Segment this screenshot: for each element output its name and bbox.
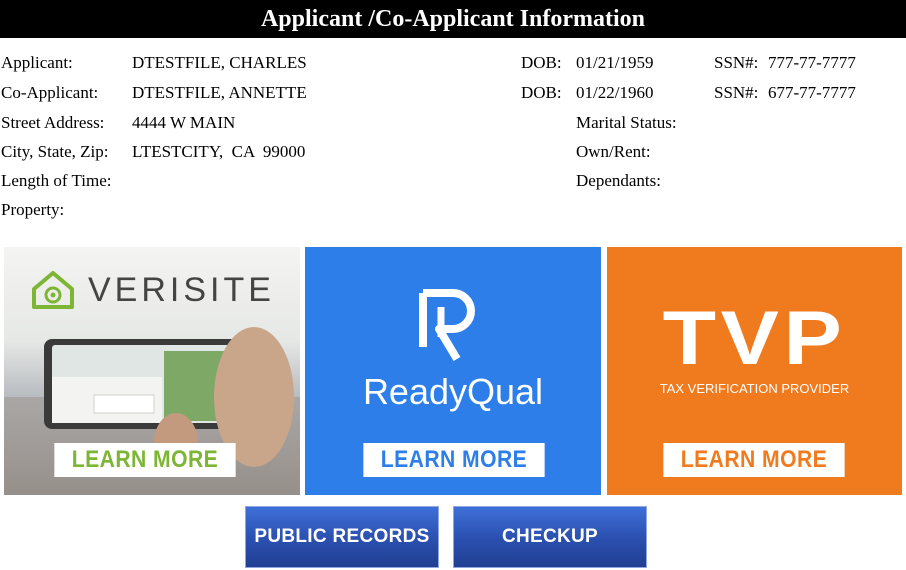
co-applicant-dob-value: 01/22/1960 [576,83,654,102]
property-label: Property: [1,200,65,219]
tvp-logo-text: TVP [662,296,847,381]
tvp-learn-more-button[interactable]: LEARN MORE [663,443,845,477]
readyqual-learn-more-button[interactable]: LEARN MORE [363,443,545,477]
applicant-label: Applicant: [1,53,73,72]
public-records-button[interactable]: PUBLIC RECORDS [245,506,439,568]
city-state-zip-value: LTESTCITY, CA 99000 [132,142,306,161]
applicant-dob-label: DOB: [521,53,562,72]
verisite-card[interactable]: VERISITE LEARN MORE [4,247,300,495]
verisite-logo-text: VERISITE [88,271,275,309]
verisite-learn-more-button[interactable]: LEARN MORE [54,443,236,477]
own-rent-label: Own/Rent: [576,142,651,161]
applicant-ssn-label: SSN#: [714,53,759,72]
dependants-label: Dependants: [576,171,661,190]
street-address-value: 4444 W MAIN [132,113,236,132]
applicant-name: DTESTFILE, CHARLES [132,53,307,72]
page-title: Applicant /Co-Applicant Information [0,0,906,38]
tvp-tagline: TAX VERIFICATION PROVIDER [659,381,850,396]
city-state-zip-label: City, State, Zip: [1,142,109,161]
co-applicant-dob-label: DOB: [521,83,562,102]
tvp-card[interactable]: TVP TAX VERIFICATION PROVIDER LEARN MORE [607,247,902,495]
street-address-label: Street Address: [1,113,105,132]
readyqual-logo-text: ReadyQual [362,371,544,412]
readyqual-card[interactable]: ReadyQual LEARN MORE [305,247,601,495]
length-of-time-label: Length of Time: [1,171,112,190]
readyqual-logo-icon [419,289,475,362]
co-applicant-ssn-value: 677-77-7777 [768,83,856,102]
applicant-dob-value: 01/21/1959 [576,53,654,72]
co-applicant-ssn-label: SSN#: [714,83,759,102]
verisite-house-icon [32,271,74,309]
co-applicant-label: Co-Applicant: [1,83,99,102]
applicant-ssn-value: 777-77-7777 [768,53,856,72]
marital-status-label: Marital Status: [576,113,677,132]
checkup-button[interactable]: CHECKUP [453,506,647,568]
co-applicant-name: DTESTFILE, ANNETTE [132,83,307,102]
